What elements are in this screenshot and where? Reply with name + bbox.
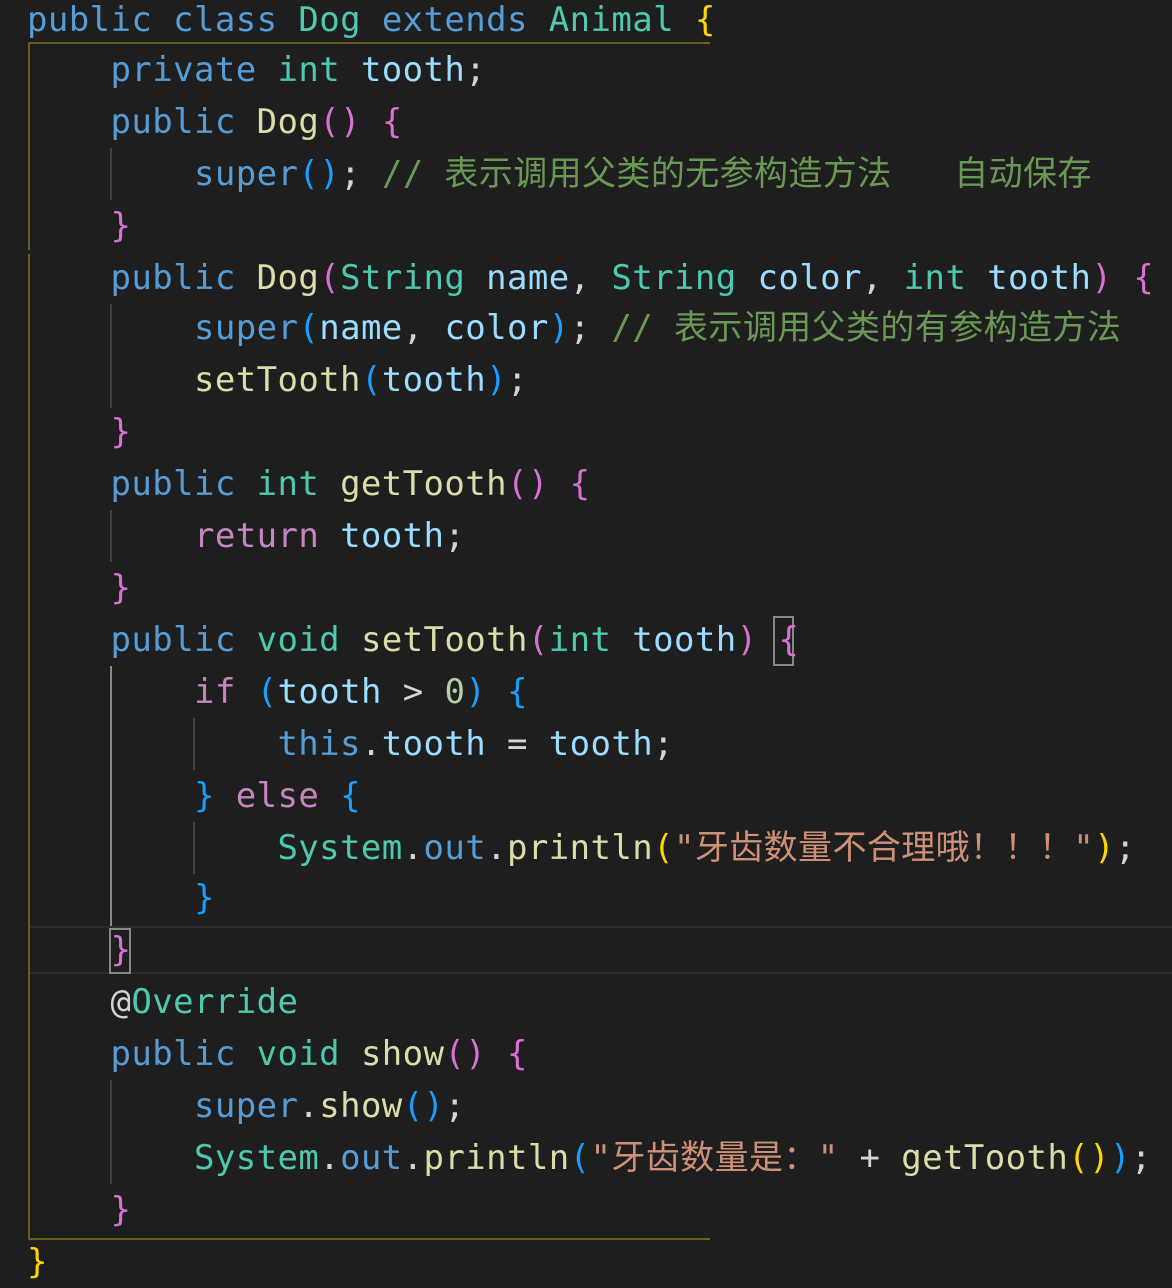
code-line-5[interactable]: }: [27, 200, 131, 252]
code-line-11[interactable]: return tooth;: [27, 510, 465, 562]
code-line-6[interactable]: public Dog(String name, String color, in…: [27, 252, 1154, 304]
code-line-24[interactable]: }: [27, 1184, 131, 1236]
code-line-14[interactable]: if (tooth > 0) {: [27, 666, 528, 718]
code-line-18[interactable]: }: [27, 872, 215, 924]
code-line-15[interactable]: this.tooth = tooth;: [27, 718, 674, 770]
bracket-guide-bottom: [28, 1238, 710, 1240]
code-editor[interactable]: public class Dog extends Animal { privat…: [0, 0, 1172, 1286]
code-line-2[interactable]: private int tooth;: [27, 44, 486, 96]
code-line-13[interactable]: public void setTooth(int tooth) {: [27, 614, 799, 666]
code-line-22[interactable]: super.show();: [27, 1080, 465, 1132]
code-line-3[interactable]: public Dog() {: [27, 96, 403, 148]
code-line-7[interactable]: super(name, color); // 表示调用父类的有参构造方法: [27, 302, 1121, 354]
code-line-4[interactable]: super(); // 表示调用父类的无参构造方法 自动保存: [27, 148, 1092, 200]
code-line-8[interactable]: setTooth(tooth);: [27, 354, 528, 406]
code-line-17[interactable]: System.out.println("牙齿数量不合理哦！！！");: [27, 822, 1136, 874]
code-line-16[interactable]: } else {: [27, 770, 361, 822]
code-line-19[interactable]: }: [27, 924, 131, 976]
code-line-23[interactable]: System.out.println("牙齿数量是：" + getTooth()…: [27, 1132, 1152, 1184]
code-line-1[interactable]: public class Dog extends Animal {: [27, 0, 716, 46]
code-line-10[interactable]: public int getTooth() {: [27, 458, 591, 510]
code-line-21[interactable]: public void show() {: [27, 1028, 528, 1080]
code-line-12[interactable]: }: [27, 562, 131, 614]
code-line-9[interactable]: }: [27, 406, 131, 458]
code-line-20[interactable]: @Override: [27, 976, 298, 1028]
current-line-highlight: [28, 926, 1172, 974]
code-line-25[interactable]: }: [27, 1236, 48, 1288]
